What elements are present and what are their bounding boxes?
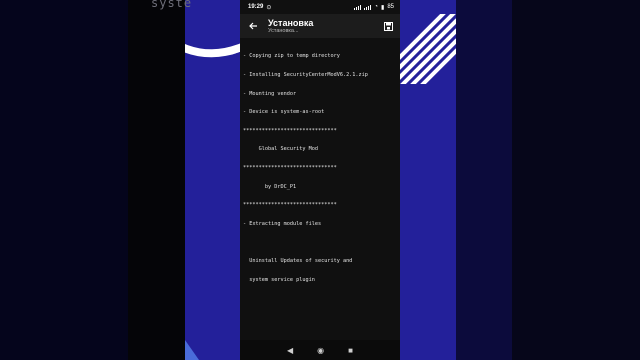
battery-level: 85	[387, 4, 394, 10]
signal-icon-2	[364, 4, 372, 10]
console-line: Uninstall Updates of security and	[243, 258, 353, 265]
status-clock-icon: ⊙	[266, 4, 272, 11]
background-text: syste	[151, 0, 193, 10]
console-line: ******************************	[243, 165, 337, 172]
console-line: system service plugin	[243, 276, 315, 283]
status-bar: 19:29 ⊙ ◔ ▮ 85	[240, 0, 400, 14]
navigation-bar: ◀ ◉ ■	[240, 340, 400, 360]
console-line: - Device is system-as-root	[243, 109, 325, 116]
console-line: ​	[243, 240, 400, 246]
status-time: 19:29	[248, 4, 264, 10]
background-stripes	[400, 14, 456, 84]
nav-recents-icon[interactable]: ■	[348, 346, 353, 355]
nav-home-icon[interactable]: ◉	[317, 346, 324, 355]
background-panel-right	[456, 0, 512, 360]
app-bar: Установка Установка...	[240, 14, 400, 38]
console-line: by DrDC_P1	[243, 183, 297, 190]
background-right	[512, 0, 640, 360]
phone-screen: 19:29 ⊙ ◔ ▮ 85 Установка Установка... - …	[240, 0, 400, 360]
page-title: Установка	[268, 17, 314, 28]
console-line: ******************************	[243, 202, 337, 209]
background-arc	[185, 0, 240, 78]
console-line: - Copying zip to temp directory	[243, 53, 340, 60]
signal-icon	[354, 4, 362, 10]
background-panel-left	[128, 0, 186, 360]
console-output: - Copying zip to temp directory - Instal…	[240, 38, 400, 295]
background-blue-left	[185, 0, 240, 360]
console-line: Global Security Mod	[243, 146, 318, 153]
battery-icon: ▮	[381, 4, 385, 11]
console-line: - Extracting module files	[243, 220, 322, 227]
wifi-icon: ◔	[374, 4, 378, 10]
nav-back-icon[interactable]: ◀	[287, 346, 293, 355]
console-line: ******************************	[243, 127, 337, 134]
background-left	[0, 0, 128, 360]
page-subtitle: Установка...	[268, 27, 299, 34]
console-line: - Mounting vendor	[243, 90, 297, 97]
save-icon[interactable]	[382, 20, 394, 32]
console-line: - Installing SecurityCenterModV6.2.1.zip	[243, 72, 368, 79]
back-arrow-icon[interactable]	[246, 19, 260, 33]
